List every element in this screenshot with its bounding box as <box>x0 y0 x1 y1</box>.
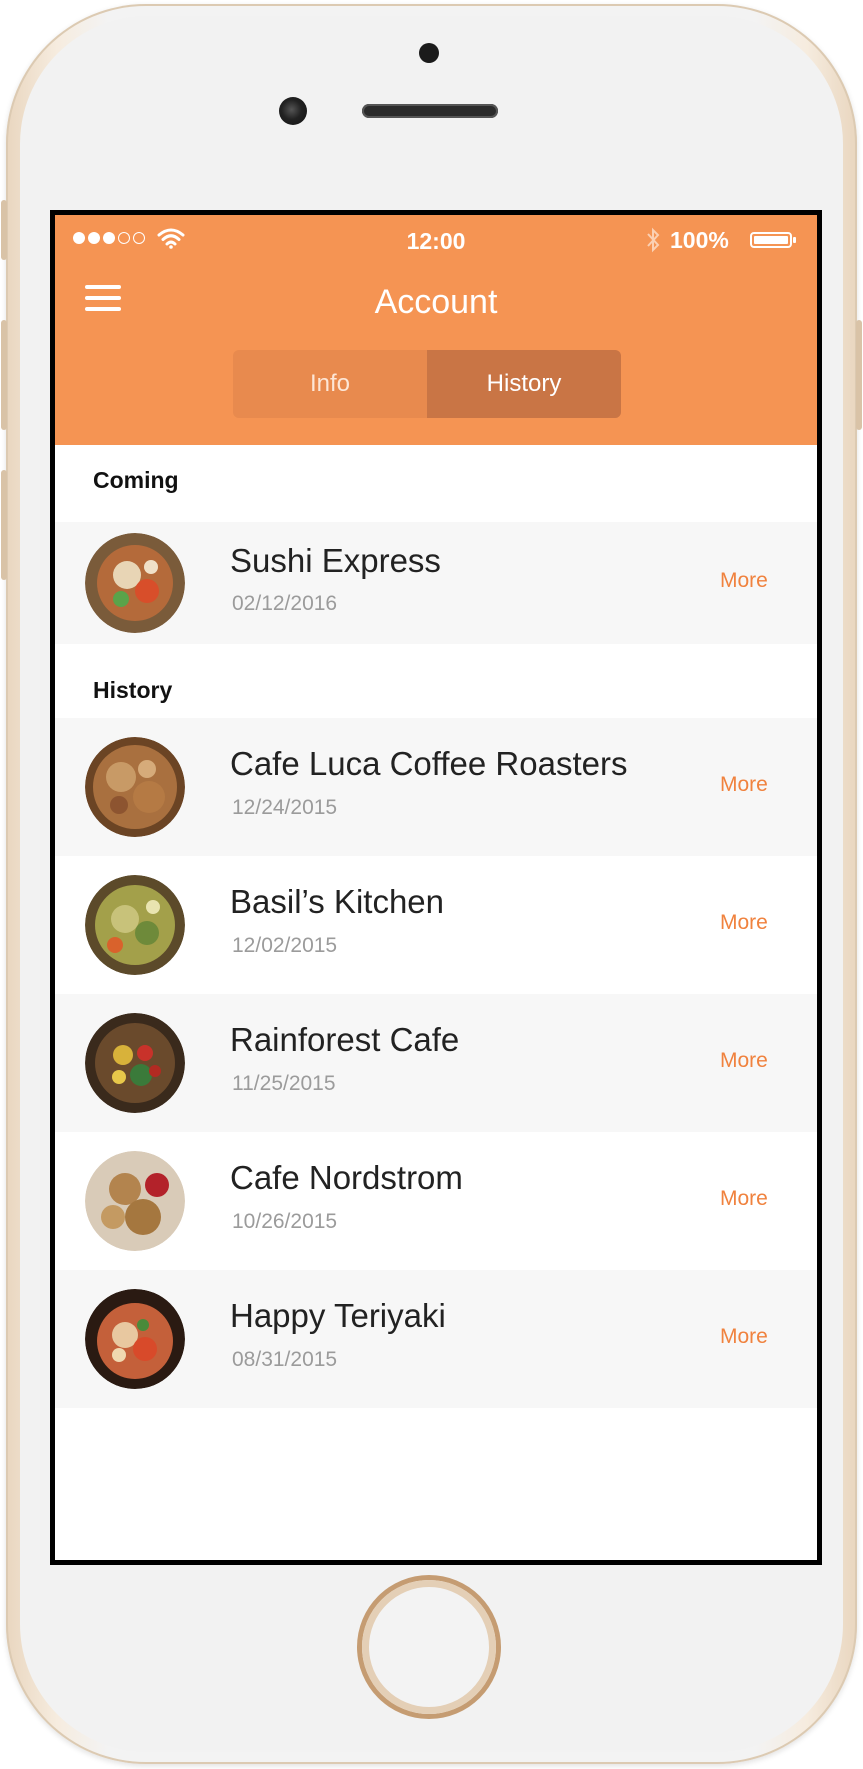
section-title-coming: Coming <box>93 467 179 493</box>
restaurant-name: Happy Teriyaki <box>230 1297 446 1334</box>
bluetooth-icon <box>647 227 660 253</box>
battery-percentage: 100% <box>670 227 729 253</box>
more-link[interactable]: More <box>720 773 768 797</box>
mute-switch <box>1 200 7 260</box>
restaurant-name: Rainforest Cafe <box>230 1021 460 1058</box>
page-title: Account <box>374 283 498 321</box>
section-title-history: History <box>93 677 173 703</box>
restaurant-photo <box>85 737 185 837</box>
list-item[interactable]: Sushi Express 02/12/2016 More <box>55 522 817 644</box>
restaurant-name: Cafe Luca Coffee Roasters <box>230 745 628 782</box>
earpiece-speaker <box>362 104 498 118</box>
list-item[interactable]: Basil’s Kitchen 12/02/2015 More <box>55 856 817 994</box>
restaurant-name: Basil’s Kitchen <box>230 883 445 920</box>
proximity-sensor <box>279 97 307 125</box>
visit-date: 12/02/2015 <box>232 934 338 957</box>
restaurant-photo <box>85 533 185 633</box>
more-link[interactable]: More <box>720 1187 768 1211</box>
restaurant-photo <box>85 1151 185 1251</box>
restaurant-photo <box>85 1289 185 1389</box>
more-link[interactable]: More <box>720 1325 768 1349</box>
visit-date: 12/24/2015 <box>232 796 338 819</box>
segmented-control: Info History <box>233 350 621 418</box>
battery-icon <box>750 232 796 248</box>
visit-date: 10/26/2015 <box>232 1210 338 1233</box>
more-link[interactable]: More <box>720 911 768 935</box>
restaurant-photo <box>85 1013 185 1113</box>
power-button <box>856 320 862 430</box>
status-bar: 12:00 100% <box>55 215 817 265</box>
restaurant-name: Cafe Nordstrom <box>230 1159 463 1196</box>
app-header: 12:00 100% Account Info History <box>55 215 817 445</box>
front-camera <box>419 43 439 63</box>
more-link[interactable]: More <box>720 569 768 593</box>
volume-down-button <box>1 470 7 580</box>
more-link[interactable]: More <box>720 1049 768 1073</box>
volume-up-button <box>1 320 7 430</box>
list-item[interactable]: Rainforest Cafe 11/25/2015 More <box>55 994 817 1132</box>
tab-history[interactable]: History <box>427 350 621 418</box>
list-item[interactable]: Cafe Nordstrom 10/26/2015 More <box>55 1132 817 1270</box>
visit-date: 02/12/2016 <box>232 592 338 615</box>
visit-date: 08/31/2015 <box>232 1348 338 1371</box>
app-screen: 12:00 100% Account Info History Coming S… <box>50 210 822 1565</box>
list-item[interactable]: Cafe Luca Coffee Roasters 12/24/2015 Mor… <box>55 718 817 856</box>
tab-info[interactable]: Info <box>233 350 427 418</box>
list-item[interactable]: Happy Teriyaki 08/31/2015 More <box>55 1270 817 1408</box>
restaurant-photo <box>85 875 185 975</box>
home-button[interactable] <box>362 1580 496 1714</box>
restaurant-name: Sushi Express <box>230 542 441 579</box>
visit-date: 11/25/2015 <box>232 1072 336 1095</box>
